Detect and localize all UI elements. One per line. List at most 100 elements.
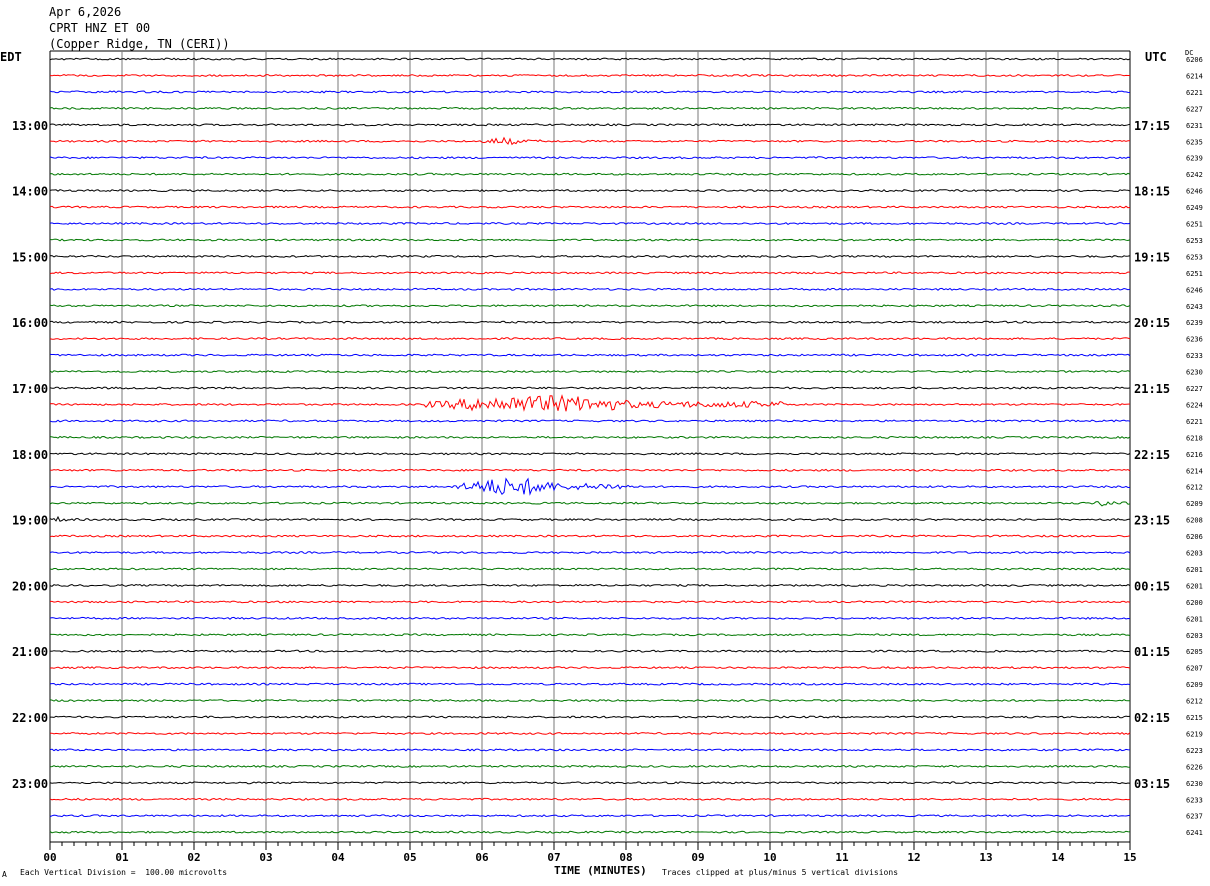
trace-31	[49, 567, 1131, 571]
x-tick-label: 14	[1051, 851, 1065, 864]
footer-mark: A	[2, 870, 7, 879]
x-tick-label: 08	[619, 851, 632, 864]
trace-6	[49, 156, 1131, 160]
left-hour-label: 17:00	[12, 382, 48, 396]
trace-39	[49, 699, 1130, 703]
dc-value-label: 6201	[1186, 582, 1203, 590]
dc-value-label: 6241	[1186, 829, 1203, 837]
dc-value-label: 6209	[1186, 500, 1203, 508]
x-tick-label: 13	[979, 851, 992, 864]
trace-13	[49, 271, 1131, 275]
trace-24	[49, 452, 1131, 456]
dc-value-label: 6249	[1186, 204, 1203, 212]
dc-value-label: 6218	[1186, 434, 1203, 442]
dc-value-label: 6246	[1186, 188, 1203, 196]
footer-scale: Each Vertical Division = 100.00 microvol…	[20, 868, 228, 877]
trace-34	[49, 616, 1131, 620]
trace-33	[50, 600, 1131, 604]
trace-38	[49, 682, 1131, 686]
dc-value-label: 6221	[1186, 418, 1203, 426]
dc-value-label: 6233	[1186, 796, 1203, 804]
dc-value-label: 6227	[1186, 385, 1203, 393]
right-hour-label: 21:15	[1134, 382, 1170, 396]
trace-40	[50, 715, 1131, 719]
dc-value-label: 6230	[1186, 780, 1203, 788]
trace-16	[49, 320, 1131, 324]
right-hour-label: 03:15	[1134, 777, 1170, 791]
dc-value-label: 6239	[1186, 319, 1203, 327]
trace-29	[49, 534, 1131, 538]
trace-26	[49, 477, 1131, 496]
left-hour-label: 18:00	[12, 448, 48, 462]
trace-23	[49, 435, 1131, 439]
trace-37	[49, 666, 1131, 670]
x-tick-label: 09	[691, 851, 704, 864]
trace-25	[49, 468, 1131, 472]
trace-28	[49, 515, 1131, 522]
x-axis-label: TIME (MINUTES)	[554, 864, 647, 877]
x-tick-label: 10	[763, 851, 776, 864]
dc-value-label: 6219	[1186, 730, 1203, 738]
trace-12	[49, 254, 1131, 258]
trace-4	[49, 123, 1131, 127]
trace-44	[49, 781, 1131, 785]
trace-18	[49, 353, 1131, 357]
dc-value-label: 6246	[1186, 286, 1203, 294]
dc-value-label: 6224	[1186, 401, 1203, 409]
left-hour-label: 22:00	[12, 711, 48, 725]
x-tick-label: 01	[115, 851, 129, 864]
dc-value-label: 6212	[1186, 698, 1203, 706]
trace-0	[49, 57, 1131, 61]
right-hour-label: 22:15	[1134, 448, 1170, 462]
left-hour-label: 16:00	[12, 316, 48, 330]
footer-clip-note: Traces clipped at plus/minus 5 vertical …	[662, 868, 899, 877]
dc-value-label: 6214	[1186, 467, 1203, 475]
left-hour-label: 15:00	[12, 250, 48, 264]
trace-36	[49, 649, 1131, 653]
trace-3	[49, 106, 1131, 110]
dc-value-label: 6243	[1186, 303, 1203, 311]
trace-2	[49, 90, 1131, 94]
right-hour-label: 00:15	[1134, 579, 1170, 593]
trace-45	[49, 797, 1131, 801]
x-tick-label: 12	[907, 851, 920, 864]
trace-7	[49, 172, 1131, 176]
dc-value-label: 6226	[1186, 763, 1203, 771]
trace-22	[49, 419, 1131, 423]
dc-value-label: 6251	[1186, 221, 1203, 229]
x-tick-label: 03	[259, 851, 272, 864]
trace-19	[49, 370, 1131, 374]
trace-9	[49, 205, 1131, 209]
right-hour-label: 02:15	[1134, 711, 1170, 725]
left-hour-label: 20:00	[12, 579, 48, 593]
dc-value-label: 6207	[1186, 665, 1203, 673]
trace-20	[49, 386, 1131, 390]
trace-42	[49, 748, 1131, 752]
dc-value-label: 6201	[1186, 615, 1203, 623]
dc-value-label: 6216	[1186, 451, 1203, 459]
dc-value-label: 6223	[1186, 747, 1203, 755]
dc-value-label: 6253	[1186, 253, 1203, 261]
trace-14	[49, 287, 1131, 291]
trace-41	[49, 731, 1131, 735]
x-tick-label: 11	[835, 851, 849, 864]
trace-43	[49, 764, 1131, 768]
trace-8	[49, 189, 1131, 193]
trace-10	[49, 221, 1131, 226]
dc-value-label: 6236	[1186, 336, 1203, 344]
dc-value-label: 6214	[1186, 72, 1203, 80]
x-tick-label: 04	[331, 851, 345, 864]
dc-value-label: 6206	[1186, 56, 1203, 64]
trace-17	[49, 337, 1131, 341]
dc-value-label: 6215	[1186, 714, 1203, 722]
dc-value-label: 6253	[1186, 237, 1203, 245]
trace-5	[49, 136, 1131, 146]
right-hour-label: 17:15	[1134, 119, 1170, 133]
x-tick-label: 06	[475, 851, 489, 864]
left-hour-label: 14:00	[12, 185, 48, 199]
dc-value-label: 6203	[1186, 632, 1203, 640]
x-tick-label: 05	[403, 851, 416, 864]
dc-value-label: 6200	[1186, 599, 1203, 607]
dc-value-label: 6203	[1186, 550, 1203, 558]
trace-46	[49, 814, 1131, 818]
